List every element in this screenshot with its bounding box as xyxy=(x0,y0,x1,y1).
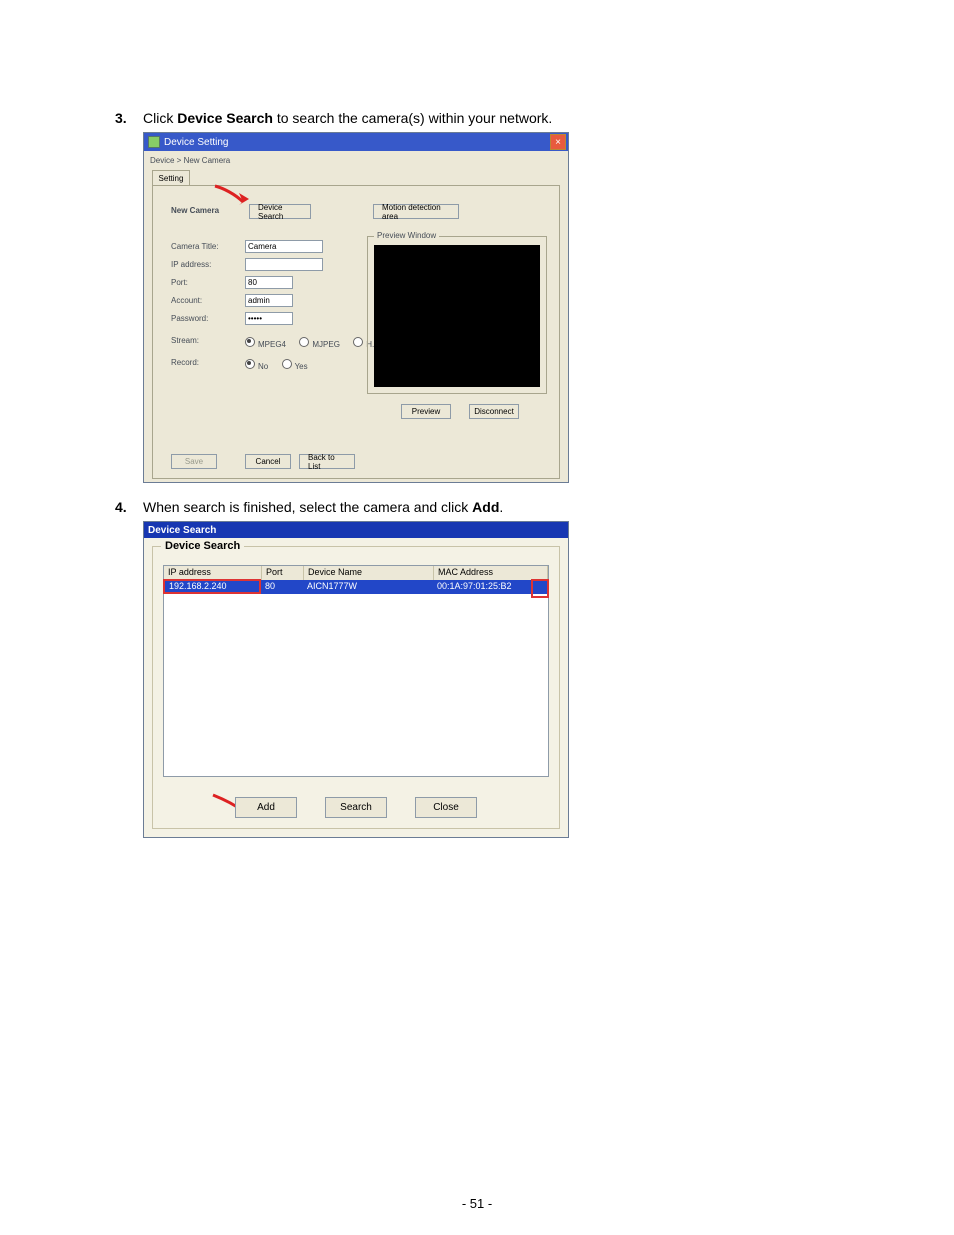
save-button[interactable]: Save xyxy=(171,454,217,469)
search-window-titlebar: Device Search xyxy=(144,522,568,538)
cancel-button[interactable]: Cancel xyxy=(245,454,291,469)
ip-input[interactable] xyxy=(245,258,323,271)
new-camera-label: New Camera xyxy=(171,206,219,215)
device-list[interactable]: IP address Port Device Name MAC Address … xyxy=(163,565,549,777)
preview-window-group: Preview Window xyxy=(367,236,547,394)
step-3: 3. Click Device Search to search the cam… xyxy=(115,110,839,126)
page-number: - 51 - xyxy=(0,1196,954,1211)
search-button-row: Add Search Close xyxy=(153,797,559,818)
preview-button[interactable]: Preview xyxy=(401,404,451,419)
device-search-button[interactable]: Device Search xyxy=(249,204,311,219)
step-4: 4. When search is finished, select the c… xyxy=(115,499,839,515)
account-input[interactable] xyxy=(245,294,293,307)
record-label: Record: xyxy=(171,358,199,367)
breadcrumb: Device > New Camera xyxy=(144,151,568,170)
window-title: Device Setting xyxy=(164,137,228,148)
stream-label: Stream: xyxy=(171,336,199,345)
list-row[interactable]: 192.168.2.240 80 AICN1777W 00:1A:97:01:2… xyxy=(164,580,548,594)
search-heading: Device Search xyxy=(161,540,244,552)
list-header: IP address Port Device Name MAC Address xyxy=(164,566,548,580)
device-search-screenshot: Device Search Device Search IP address P… xyxy=(143,521,569,838)
close-icon[interactable]: × xyxy=(550,134,566,150)
account-label: Account: xyxy=(171,296,202,305)
cell-port: 80 xyxy=(261,580,303,594)
password-input[interactable] xyxy=(245,312,293,325)
camera-title-input[interactable] xyxy=(245,240,323,253)
ip-label: IP address: xyxy=(171,260,211,269)
radio-h264[interactable] xyxy=(353,337,363,347)
radio-mjpeg[interactable] xyxy=(299,337,309,347)
camera-title-label: Camera Title: xyxy=(171,242,219,251)
port-label: Port: xyxy=(171,278,188,287)
add-button[interactable]: Add xyxy=(235,797,297,818)
setting-panel: New Camera Device Search Motion detectio… xyxy=(152,185,560,479)
device-setting-screenshot: Device Setting × Device > New Camera Set… xyxy=(143,132,569,483)
col-ip[interactable]: IP address xyxy=(164,566,262,580)
search-window-title: Device Search xyxy=(148,525,216,536)
search-button[interactable]: Search xyxy=(325,797,387,818)
password-label: Password: xyxy=(171,314,208,323)
record-radio-group: No Yes xyxy=(245,358,318,372)
close-button[interactable]: Close xyxy=(415,797,477,818)
tab-setting[interactable]: Setting xyxy=(152,170,190,185)
step-3-text: Click Device Search to search the camera… xyxy=(143,110,552,126)
preview-legend: Preview Window xyxy=(374,231,439,240)
motion-detection-button[interactable]: Motion detection area xyxy=(373,204,459,219)
search-panel: Device Search IP address Port Device Nam… xyxy=(152,546,560,829)
back-to-list-button[interactable]: Back to List xyxy=(299,454,355,469)
cell-name: AICN1777W xyxy=(303,580,433,594)
radio-record-yes[interactable] xyxy=(282,359,292,369)
annotation-rect xyxy=(531,579,549,598)
window-titlebar: Device Setting × xyxy=(144,133,568,151)
radio-mpeg4[interactable] xyxy=(245,337,255,347)
radio-record-no[interactable] xyxy=(245,359,255,369)
col-name[interactable]: Device Name xyxy=(304,566,434,580)
app-icon xyxy=(148,136,160,148)
step-4-num: 4. xyxy=(115,499,143,515)
port-input[interactable] xyxy=(245,276,293,289)
col-mac[interactable]: MAC Address xyxy=(434,566,548,580)
cell-ip: 192.168.2.240 xyxy=(163,579,261,594)
preview-area xyxy=(374,245,540,387)
disconnect-button[interactable]: Disconnect xyxy=(469,404,519,419)
col-port[interactable]: Port xyxy=(262,566,304,580)
step-4-text: When search is finished, select the came… xyxy=(143,499,503,515)
step-3-num: 3. xyxy=(115,110,143,126)
